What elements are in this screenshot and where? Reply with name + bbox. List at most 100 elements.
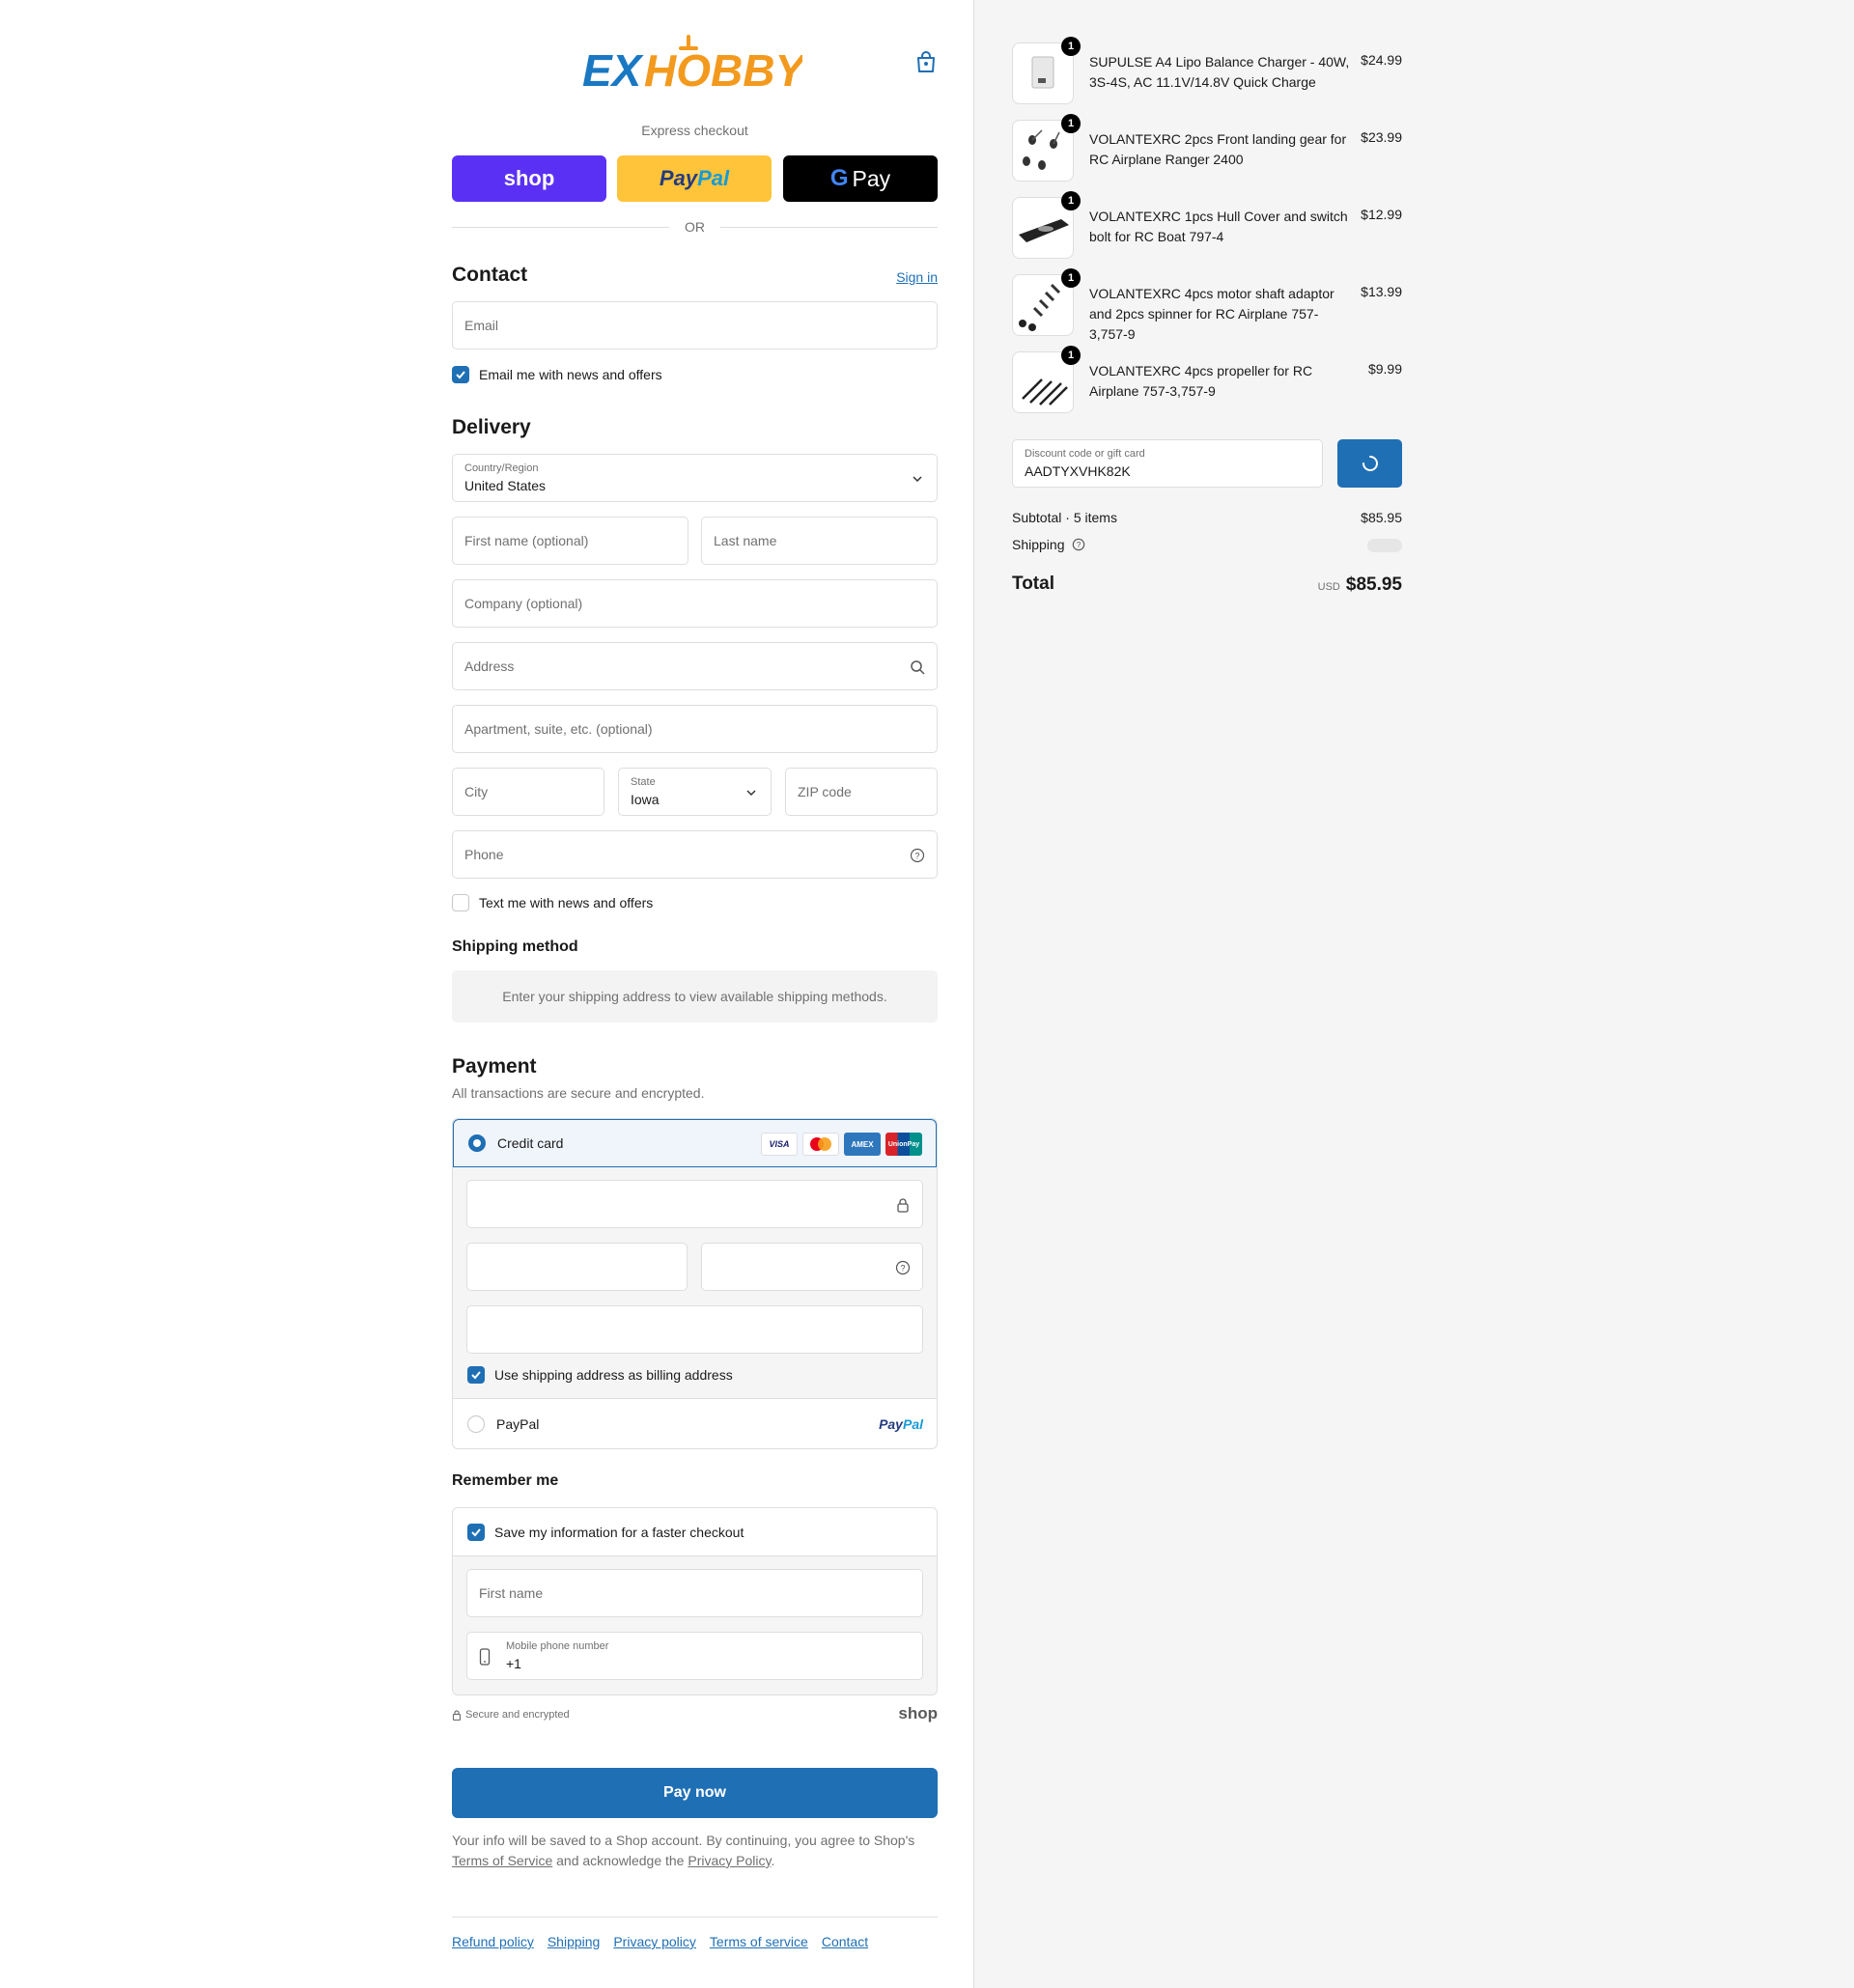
save-info-checkbox-row[interactable]: Save my information for a faster checkou… — [453, 1508, 937, 1556]
credit-card-option[interactable]: Credit card VISA AMEX UnionPay — [453, 1119, 937, 1167]
paypal-logo: PayPal — [879, 1416, 923, 1432]
mobile-phone-value: +1 — [506, 1656, 521, 1671]
remember-first-name-placeholder: First name — [479, 1585, 544, 1601]
email-news-label: Email me with news and offers — [479, 367, 662, 382]
help-circle-icon[interactable]: ? — [895, 1260, 911, 1275]
total-value: $85.95 — [1345, 574, 1402, 595]
secure-encrypted-note: Secure and encrypted — [452, 1709, 570, 1721]
security-code-field[interactable]: ? — [701, 1243, 923, 1291]
refund-policy-link[interactable]: Refund policy — [452, 1934, 534, 1949]
contact-heading: Contact — [452, 264, 528, 286]
logo-hobby: HOBBY — [644, 45, 802, 93]
name-on-card-field[interactable] — [466, 1305, 923, 1354]
svg-text:?: ? — [914, 852, 919, 861]
zip-field[interactable]: ZIP code — [785, 768, 938, 816]
first-name-placeholder: First name (optional) — [464, 533, 589, 548]
product-price: $24.99 — [1361, 52, 1402, 68]
checkbox-unchecked-icon[interactable] — [452, 894, 469, 911]
visa-icon: VISA — [761, 1133, 798, 1156]
product-name: VOLANTEXRC 2pcs Front landing gear for R… — [1089, 131, 1347, 167]
terms-of-service-link[interactable]: Terms of Service — [452, 1853, 552, 1868]
mobile-phone-icon — [479, 1648, 491, 1666]
remember-me-heading: Remember me — [452, 1472, 559, 1489]
apply-discount-button[interactable] — [1337, 439, 1402, 488]
shipping-label: Shipping — [1012, 537, 1065, 552]
currency-code: USD — [1317, 581, 1340, 593]
checkbox-checked-icon[interactable] — [452, 366, 469, 383]
privacy-policy-link[interactable]: Privacy Policy — [688, 1853, 771, 1868]
radio-selected-icon[interactable] — [468, 1134, 486, 1152]
email-placeholder: Email — [464, 318, 499, 333]
shopping-bag-icon[interactable] — [915, 50, 937, 73]
email-field[interactable]: Email — [452, 301, 938, 350]
billing-address-checkbox-row[interactable]: Use shipping address as billing address — [467, 1366, 733, 1384]
shipping-policy-link[interactable]: Shipping — [548, 1934, 601, 1949]
remember-first-name-field[interactable]: First name — [466, 1569, 923, 1617]
sign-in-link[interactable]: Sign in — [896, 269, 938, 285]
search-icon — [911, 660, 925, 675]
first-name-field[interactable]: First name (optional) — [452, 517, 688, 565]
quantity-badge: 1 — [1061, 268, 1081, 288]
address-placeholder: Address — [464, 658, 515, 674]
terms-of-service-footer-link[interactable]: Terms of service — [710, 1934, 808, 1949]
checkbox-checked-icon[interactable] — [467, 1523, 485, 1541]
address-field[interactable]: Address — [452, 642, 938, 690]
card-number-field[interactable] — [466, 1180, 923, 1228]
paypal-logo-pal: Pal — [902, 1416, 923, 1432]
text-news-label: Text me with news and offers — [479, 895, 654, 910]
save-info-label: Save my information for a faster checkou… — [494, 1524, 744, 1540]
state-select[interactable]: State Iowa — [618, 768, 772, 816]
apartment-placeholder: Apartment, suite, etc. (optional) — [464, 721, 653, 737]
shop-pay-label: shop — [503, 166, 555, 190]
apartment-field[interactable]: Apartment, suite, etc. (optional) — [452, 705, 938, 753]
legal-text-3: . — [771, 1853, 775, 1868]
expiration-date-field[interactable] — [466, 1243, 688, 1291]
city-field[interactable]: City — [452, 768, 604, 816]
help-circle-icon[interactable]: ? — [910, 848, 925, 863]
store-logo[interactable]: EX HOBBY — [580, 35, 808, 96]
country-value: United States — [464, 478, 547, 493]
city-placeholder: City — [464, 784, 489, 799]
country-select[interactable]: Country/Region United States — [452, 454, 938, 502]
product-name: SUPULSE A4 Lipo Balance Charger - 40W, 3… — [1089, 54, 1350, 90]
email-news-checkbox-row[interactable]: Email me with news and offers — [452, 366, 662, 383]
payment-heading: Payment — [452, 1055, 537, 1078]
mobile-phone-field[interactable]: Mobile phone number +1 — [466, 1632, 923, 1680]
paypal-express-button[interactable]: Pay Pal — [617, 155, 772, 202]
google-pay-button[interactable]: G Pay — [783, 155, 938, 202]
svg-text:?: ? — [900, 1264, 905, 1274]
propeller-mark-icon — [679, 35, 698, 50]
chevron-down-icon — [913, 476, 922, 483]
product-name: VOLANTEXRC 4pcs motor shaft adaptor and … — [1089, 286, 1334, 342]
pay-now-button[interactable]: Pay now — [452, 1768, 938, 1818]
subtotal-value: $85.95 — [1361, 510, 1402, 525]
paypal-option-label: PayPal — [496, 1416, 540, 1432]
product-price: $9.99 — [1367, 361, 1402, 377]
footer-divider — [452, 1917, 938, 1918]
text-news-checkbox-row[interactable]: Text me with news and offers — [452, 894, 653, 911]
help-circle-icon[interactable]: ? — [1072, 538, 1085, 551]
mobile-phone-label: Mobile phone number — [506, 1640, 609, 1652]
shipping-method-placeholder: Enter your shipping address to view avai… — [452, 970, 938, 1022]
company-field[interactable]: Company (optional) — [452, 579, 938, 628]
discount-code-field[interactable]: Discount code or gift card AADTYXVHK82K — [1012, 439, 1323, 488]
delivery-heading: Delivery — [452, 416, 531, 438]
product-price: $12.99 — [1361, 207, 1402, 222]
shop-wordmark: shop — [898, 1704, 938, 1722]
subtotal-label: Subtotal · 5 items — [1012, 510, 1117, 525]
shop-pay-button[interactable]: shop — [452, 155, 606, 202]
privacy-policy-footer-link[interactable]: Privacy policy — [613, 1934, 696, 1949]
last-name-field[interactable]: Last name — [701, 517, 938, 565]
or-divider: OR — [452, 219, 938, 235]
amex-icon: AMEX — [844, 1133, 881, 1156]
legal-text-2: and acknowledge the — [556, 1853, 685, 1868]
radio-unselected-icon[interactable] — [467, 1415, 485, 1433]
phone-field[interactable]: Phone ? — [452, 830, 938, 879]
checkbox-checked-icon[interactable] — [467, 1366, 485, 1384]
contact-link[interactable]: Contact — [822, 1934, 868, 1949]
secure-label: Secure and encrypted — [465, 1709, 570, 1721]
express-checkout-label: Express checkout — [641, 123, 748, 138]
payment-options: Credit card VISA AMEX UnionPay ? Use shi… — [452, 1118, 938, 1449]
footer-links: Refund policy Shipping Privacy policy Te… — [452, 1934, 868, 1949]
paypal-option[interactable]: PayPal PayPal — [453, 1400, 937, 1448]
